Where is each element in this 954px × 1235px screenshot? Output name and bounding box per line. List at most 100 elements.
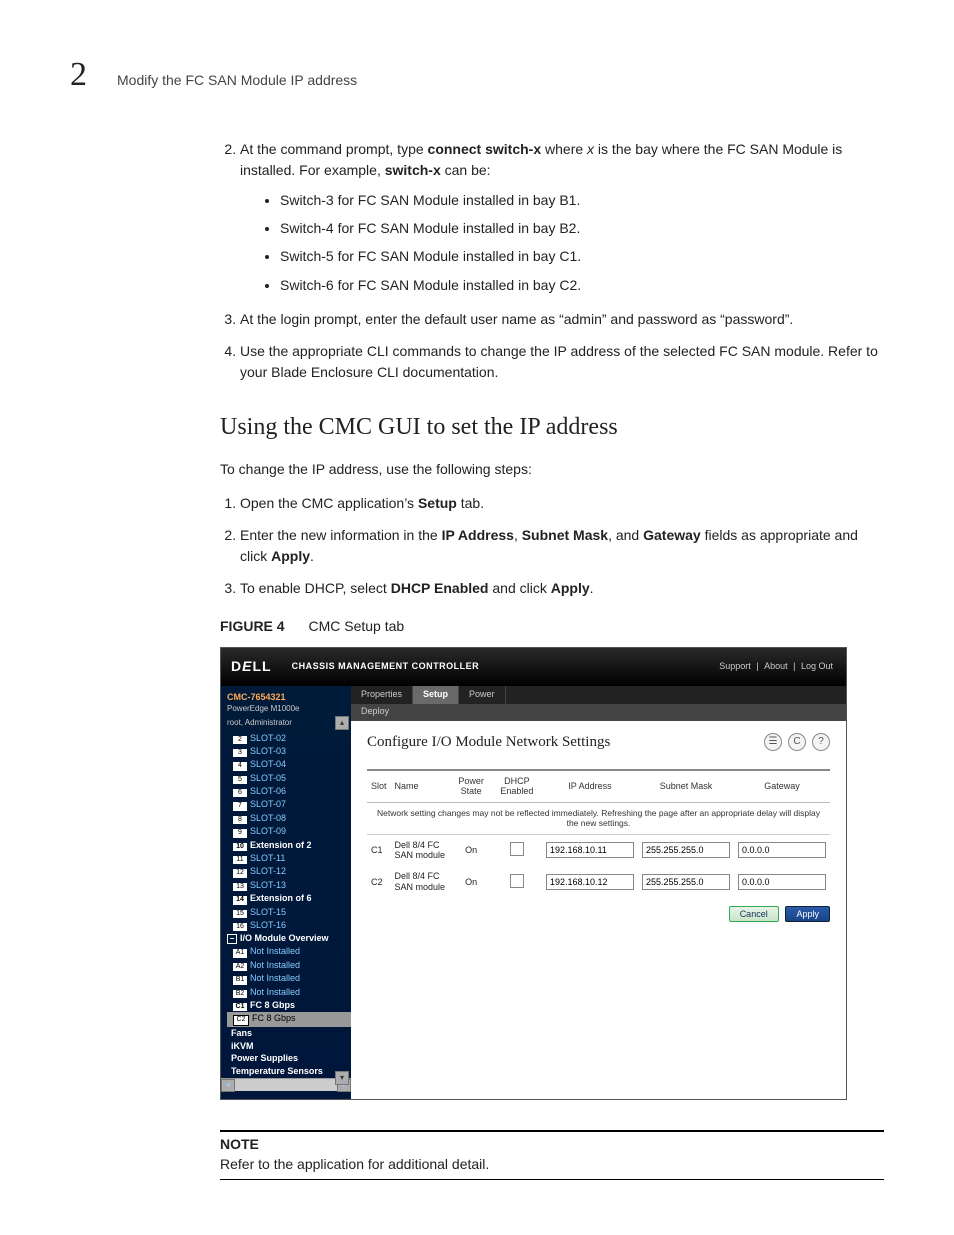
tree-fans[interactable]: Fans: [225, 1027, 351, 1040]
subnet-input[interactable]: [642, 874, 730, 890]
tree-slot[interactable]: 7SLOT-07: [227, 798, 351, 811]
link-support[interactable]: Support: [719, 661, 751, 671]
tree-slot[interactable]: 5SLOT-05: [227, 772, 351, 785]
slot-badge: C1: [233, 1003, 247, 1011]
tree-slot[interactable]: 13SLOT-13: [227, 879, 351, 892]
running-head: Modify the FC SAN Module IP address: [117, 70, 357, 90]
scroll-up-icon[interactable]: ▴: [335, 716, 349, 730]
note-text: Refer to the application for additional …: [220, 1154, 884, 1174]
s3b: and click: [488, 580, 550, 596]
tree-slot[interactable]: 3SLOT-03: [227, 745, 351, 758]
s3c: .: [590, 580, 594, 596]
tree-io-a1[interactable]: A1Not Installed: [227, 945, 351, 958]
scroll-left-icon[interactable]: ◂: [221, 1079, 235, 1092]
slot-label: SLOT-16: [250, 920, 286, 930]
tree-io-a2[interactable]: A2Not Installed: [227, 959, 351, 972]
link-about[interactable]: About: [764, 661, 788, 671]
side-id: CMC-7654321: [221, 690, 351, 705]
slot-badge: A2: [233, 963, 247, 971]
slot-badge: A1: [233, 949, 247, 957]
tab-row: Properties Setup Power: [351, 686, 846, 704]
ext-label: Extension of 2: [250, 840, 312, 850]
section-title: Using the CMC GUI to set the IP address: [220, 410, 884, 445]
cell-slot: C2: [367, 866, 391, 898]
step2-pre: At the command prompt, type: [240, 141, 428, 157]
subnet-input[interactable]: [642, 842, 730, 858]
tree-slot[interactable]: 6SLOT-06: [227, 785, 351, 798]
cancel-button[interactable]: Cancel: [729, 906, 779, 922]
tree-slot[interactable]: 9SLOT-09: [227, 825, 351, 838]
tree-slot[interactable]: 12SLOT-12: [227, 865, 351, 878]
slot-label: SLOT-15: [250, 907, 286, 917]
cell-power: On: [451, 866, 492, 898]
help-icon[interactable]: ?: [812, 733, 830, 751]
table-row: C1 Dell 8/4 FC SAN module On: [367, 834, 830, 866]
gateway-input[interactable]: [738, 842, 826, 858]
apply-button[interactable]: Apply: [785, 906, 830, 922]
slot-badge: 7: [233, 802, 247, 810]
cmc-main: Properties Setup Power Deploy Configure …: [351, 686, 846, 1099]
gui-step-3: To enable DHCP, select DHCP Enabled and …: [240, 578, 884, 598]
tab-power[interactable]: Power: [459, 686, 506, 704]
dhcp-checkbox[interactable]: [510, 842, 524, 856]
s1a: Open the CMC application’s: [240, 495, 418, 511]
th-ip: IP Address: [542, 771, 638, 803]
table-row: C2 Dell 8/4 FC SAN module On: [367, 866, 830, 898]
slot-badge: B1: [233, 976, 247, 984]
slot-label: SLOT-12: [250, 866, 286, 876]
slot-label: SLOT-03: [250, 746, 286, 756]
tree-slot[interactable]: 15SLOT-15: [227, 906, 351, 919]
tree-ikvm[interactable]: iKVM: [225, 1040, 351, 1053]
tree-slot[interactable]: 4SLOT-04: [227, 758, 351, 771]
th-slot: Slot: [367, 771, 391, 803]
tab-properties[interactable]: Properties: [351, 686, 413, 704]
subtab-deploy[interactable]: Deploy: [351, 704, 846, 721]
slot-badge: 5: [233, 776, 247, 784]
tree-io-c2[interactable]: C2FC 8 Gbps: [227, 1012, 351, 1026]
slot-badge: 11: [233, 856, 247, 864]
chapter-number: 2: [70, 50, 87, 99]
scroll-down-icon[interactable]: ▾: [335, 1071, 349, 1085]
note-block: NOTE Refer to the application for additi…: [220, 1130, 884, 1180]
s2-apply: Apply: [271, 548, 310, 564]
tree-slot[interactable]: 8SLOT-08: [227, 812, 351, 825]
dhcp-checkbox[interactable]: [510, 874, 524, 888]
tree-io-c1[interactable]: C1FC 8 Gbps: [227, 999, 351, 1012]
tree-temp-sensors[interactable]: Temperature Sensors: [225, 1065, 351, 1078]
tree-slot[interactable]: 2SLOT-02: [227, 732, 351, 745]
step2-cmd: connect switch-x: [428, 141, 542, 157]
io-label: FC 8 Gbps: [252, 1013, 296, 1023]
print-icon[interactable]: ☰: [764, 733, 782, 751]
tab-setup[interactable]: Setup: [413, 686, 459, 704]
cell-slot: C1: [367, 834, 391, 866]
ip-input[interactable]: [546, 842, 634, 858]
refresh-icon[interactable]: C: [788, 733, 806, 751]
gui-step-2: Enter the new information in the IP Addr…: [240, 525, 884, 566]
step2-mid: where: [541, 141, 587, 157]
tree-io-b1[interactable]: B1Not Installed: [227, 972, 351, 985]
s2-ip: IP Address: [442, 527, 514, 543]
slot-badge: 13: [233, 883, 247, 891]
top-links: Support | About | Log Out: [716, 661, 836, 672]
slot-label: SLOT-04: [250, 759, 286, 769]
slot-label: SLOT-09: [250, 826, 286, 836]
th-power: Power State: [451, 771, 492, 803]
io-label: FC 8 Gbps: [250, 1000, 295, 1010]
gateway-input[interactable]: [738, 874, 826, 890]
cell-name: Dell 8/4 FC SAN module: [391, 834, 451, 866]
tree-extension[interactable]: 14Extension of 6: [227, 892, 351, 905]
s3a: To enable DHCP, select: [240, 580, 391, 596]
slot-badge: 14: [233, 896, 247, 904]
step-4: Use the appropriate CLI commands to chan…: [240, 341, 884, 382]
slot-badge: 3: [233, 749, 247, 757]
tree-power-supplies[interactable]: Power Supplies: [225, 1052, 351, 1065]
tree-io-overview[interactable]: −I/O Module Overview: [221, 932, 351, 945]
tree-extension[interactable]: 10Extension of 2: [227, 839, 351, 852]
tree-slot[interactable]: 16SLOT-16: [227, 919, 351, 932]
slot-label: SLOT-06: [250, 786, 286, 796]
tree-io-b2[interactable]: B2Not Installed: [227, 986, 351, 999]
ip-input[interactable]: [546, 874, 634, 890]
link-logout[interactable]: Log Out: [801, 661, 833, 671]
tree-slot[interactable]: 11SLOT-11: [227, 852, 351, 865]
slot-badge: 2: [233, 736, 247, 744]
